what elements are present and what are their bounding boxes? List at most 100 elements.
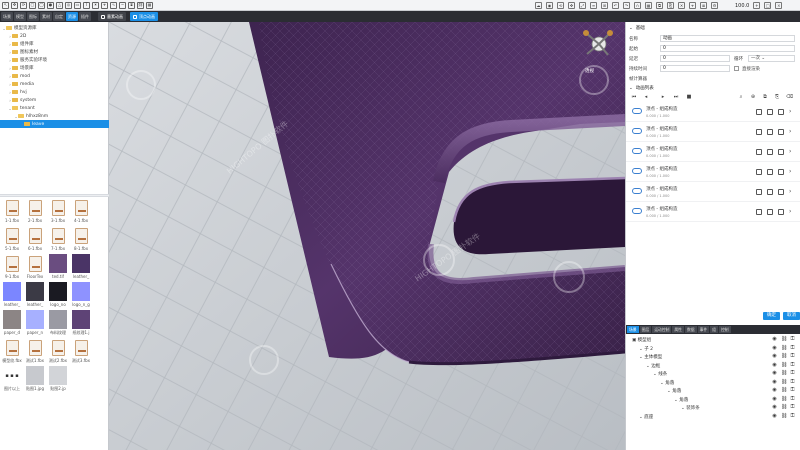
asset-item[interactable]: 测试2.fbx <box>48 338 68 366</box>
scene-tree-item[interactable]: ⌄ 子 2 ◉ ⛓ ⚿ <box>626 345 800 353</box>
panel-tab[interactable]: 资源 <box>66 12 78 21</box>
close-icon[interactable]: × <box>775 2 783 9</box>
asset-item[interactable]: ted.tif <box>48 254 68 282</box>
move-icon[interactable]: ✥ <box>11 1 18 9</box>
cylinder-icon[interactable]: ◯ <box>38 1 45 9</box>
delete-icon[interactable] <box>767 189 773 195</box>
tree-item[interactable]: › 图标素材 <box>0 48 109 56</box>
copy-icon[interactable] <box>756 149 762 155</box>
asset-item[interactable]: 布料纹理 <box>48 310 68 338</box>
copy-icon[interactable] <box>756 209 762 215</box>
rotate-view-icon[interactable]: ⟲ <box>557 2 564 9</box>
edit-icon[interactable] <box>778 189 784 195</box>
link-icon[interactable]: ⛓ <box>137 1 144 9</box>
camera-icon[interactable]: ⌖ <box>689 2 696 9</box>
asset-item[interactable]: 1-1.fbx <box>2 198 22 226</box>
asset-item[interactable]: 6-1.fbx <box>25 226 45 254</box>
property-input[interactable]: 动画 <box>660 35 795 42</box>
visibility-icon[interactable]: ◉ <box>772 354 777 359</box>
sphere-icon[interactable]: ● <box>47 1 54 9</box>
section-basic-header[interactable]: ⌄ 基础 <box>626 24 800 32</box>
fullscreen-icon[interactable]: □ <box>764 2 772 9</box>
property-input[interactable]: 0 <box>660 55 730 62</box>
panel-splitter[interactable] <box>0 194 109 197</box>
light-icon[interactable]: ☀ <box>92 1 99 9</box>
lock-icon[interactable]: ⚿ <box>790 362 795 368</box>
lock-icon[interactable]: ⚿ <box>790 371 795 376</box>
copy-icon[interactable]: ⧉ <box>656 2 663 9</box>
cloud-icon[interactable]: ☁ <box>535 2 542 9</box>
visibility-icon[interactable]: ◉ <box>772 379 777 385</box>
chevron-right-icon[interactable]: › <box>789 209 795 215</box>
scene-tree-item[interactable]: ⌄ 线条 ◉ ⛓ ⚿ <box>626 370 800 378</box>
loop-select[interactable]: 一次 ⌄ <box>748 55 795 62</box>
copy-icon[interactable] <box>756 109 762 115</box>
scene-tab[interactable]: 属性 <box>672 326 684 333</box>
copy-icon[interactable] <box>756 169 762 175</box>
lock-icon[interactable]: ⚿ <box>790 396 795 402</box>
scene-tree-item[interactable]: ⌄ 底座 ◉ ⛓ ⚿ <box>626 413 800 421</box>
snap-icon[interactable]: ⊞ <box>601 2 608 9</box>
torus-icon[interactable]: ◎ <box>65 1 72 9</box>
grid-icon[interactable]: ▦ <box>146 1 153 9</box>
eye-icon[interactable]: ◉ <box>546 2 553 9</box>
panel-tab[interactable]: 场景 <box>1 12 13 21</box>
paste-icon[interactable]: ⎘ <box>774 94 780 100</box>
cancel-button[interactable]: 取消 <box>783 312 800 320</box>
visibility-icon[interactable]: ◉ <box>772 405 777 410</box>
paste-icon[interactable]: ⎘ <box>667 2 674 9</box>
lock-icon[interactable]: ⚿ <box>790 413 795 419</box>
layer-icon[interactable]: ≣ <box>700 2 707 9</box>
tree-item[interactable]: › system <box>0 96 109 104</box>
asset-item[interactable]: 贴图2.jp <box>48 366 68 394</box>
ok-button[interactable]: 确定 <box>763 312 780 320</box>
anim-item[interactable]: 顶点 - 组成构造 0.000 / 1.000 › <box>626 203 800 222</box>
asset-item[interactable]: 模型纹.fbx <box>2 338 22 366</box>
tree-item[interactable]: › 服务实验环境 <box>0 56 109 64</box>
tree-item[interactable]: › 组件库 <box>0 40 109 48</box>
anim-item[interactable]: 顶点 - 组成构造 0.000 / 1.000 › <box>626 183 800 202</box>
link-icon[interactable]: ⛓ <box>781 405 787 410</box>
delete-icon[interactable] <box>767 129 773 135</box>
visibility-icon[interactable]: ◉ <box>772 345 777 351</box>
link-icon[interactable]: ⛓ <box>781 337 787 342</box>
edit-icon[interactable] <box>778 129 784 135</box>
scene-tree-item[interactable]: ▣ 模型组 ◉ ⛓ ⚿ <box>626 336 800 344</box>
visibility-icon[interactable]: ◉ <box>772 396 777 402</box>
delete-icon[interactable] <box>767 109 773 115</box>
panel-tab[interactable]: 素材 <box>40 12 52 21</box>
tree-item[interactable]: ⌄ 模型资源库 <box>0 24 109 32</box>
asset-item[interactable]: 8-1.fbx <box>71 226 91 254</box>
asset-item[interactable]: logo_n_g <box>71 282 91 310</box>
scene-tree-item[interactable]: ⌄ 角落 ◉ ⛓ ⚿ <box>626 396 800 404</box>
chevron-right-icon[interactable]: › <box>789 129 795 135</box>
link-icon[interactable]: ⛓ <box>781 388 787 393</box>
visibility-icon[interactable]: ◉ <box>772 362 777 368</box>
visibility-icon[interactable]: ◉ <box>772 413 777 419</box>
text-icon[interactable]: T <box>83 1 90 9</box>
lock-icon[interactable]: ⚿ <box>790 345 795 351</box>
document-tab[interactable]: 顶点动画 <box>130 12 158 21</box>
tree-item[interactable]: › mod <box>0 72 109 80</box>
scene-tab[interactable]: 控制 <box>718 326 731 333</box>
link-icon[interactable]: ⛓ <box>781 371 787 376</box>
asset-item[interactable]: 2-1.fbx <box>25 198 45 226</box>
anim-item[interactable]: 顶点 - 组成构造 0.000 / 1.000 › <box>626 163 800 182</box>
camera-icon[interactable]: ⌖ <box>101 1 108 9</box>
play-icon[interactable]: ▸ <box>660 94 666 100</box>
scene-tree-item[interactable]: ⌄ 边框 ◉ ⛓ ⚿ <box>626 362 800 370</box>
scale-view-icon[interactable]: ⤢ <box>579 2 586 9</box>
visibility-icon[interactable]: ◉ <box>772 388 777 393</box>
grid-icon[interactable]: ▦ <box>645 2 652 9</box>
edit-icon[interactable] <box>778 169 784 175</box>
scene-tab[interactable]: 图层 <box>639 326 652 333</box>
redo-icon[interactable]: ↷ <box>623 2 630 9</box>
scene-tree-item[interactable]: ⌄ 角落 ◉ ⛓ ⚿ <box>626 387 800 395</box>
document-tab[interactable]: 墨素动画 <box>98 12 126 21</box>
scene-tab[interactable]: 组 <box>710 326 718 333</box>
cone-icon[interactable]: △ <box>56 1 63 9</box>
delete-icon[interactable] <box>767 169 773 175</box>
box-icon[interactable]: ▢ <box>29 1 36 9</box>
asset-item[interactable]: leather_ <box>25 282 45 310</box>
lock-icon[interactable]: ⚿ <box>790 337 795 342</box>
